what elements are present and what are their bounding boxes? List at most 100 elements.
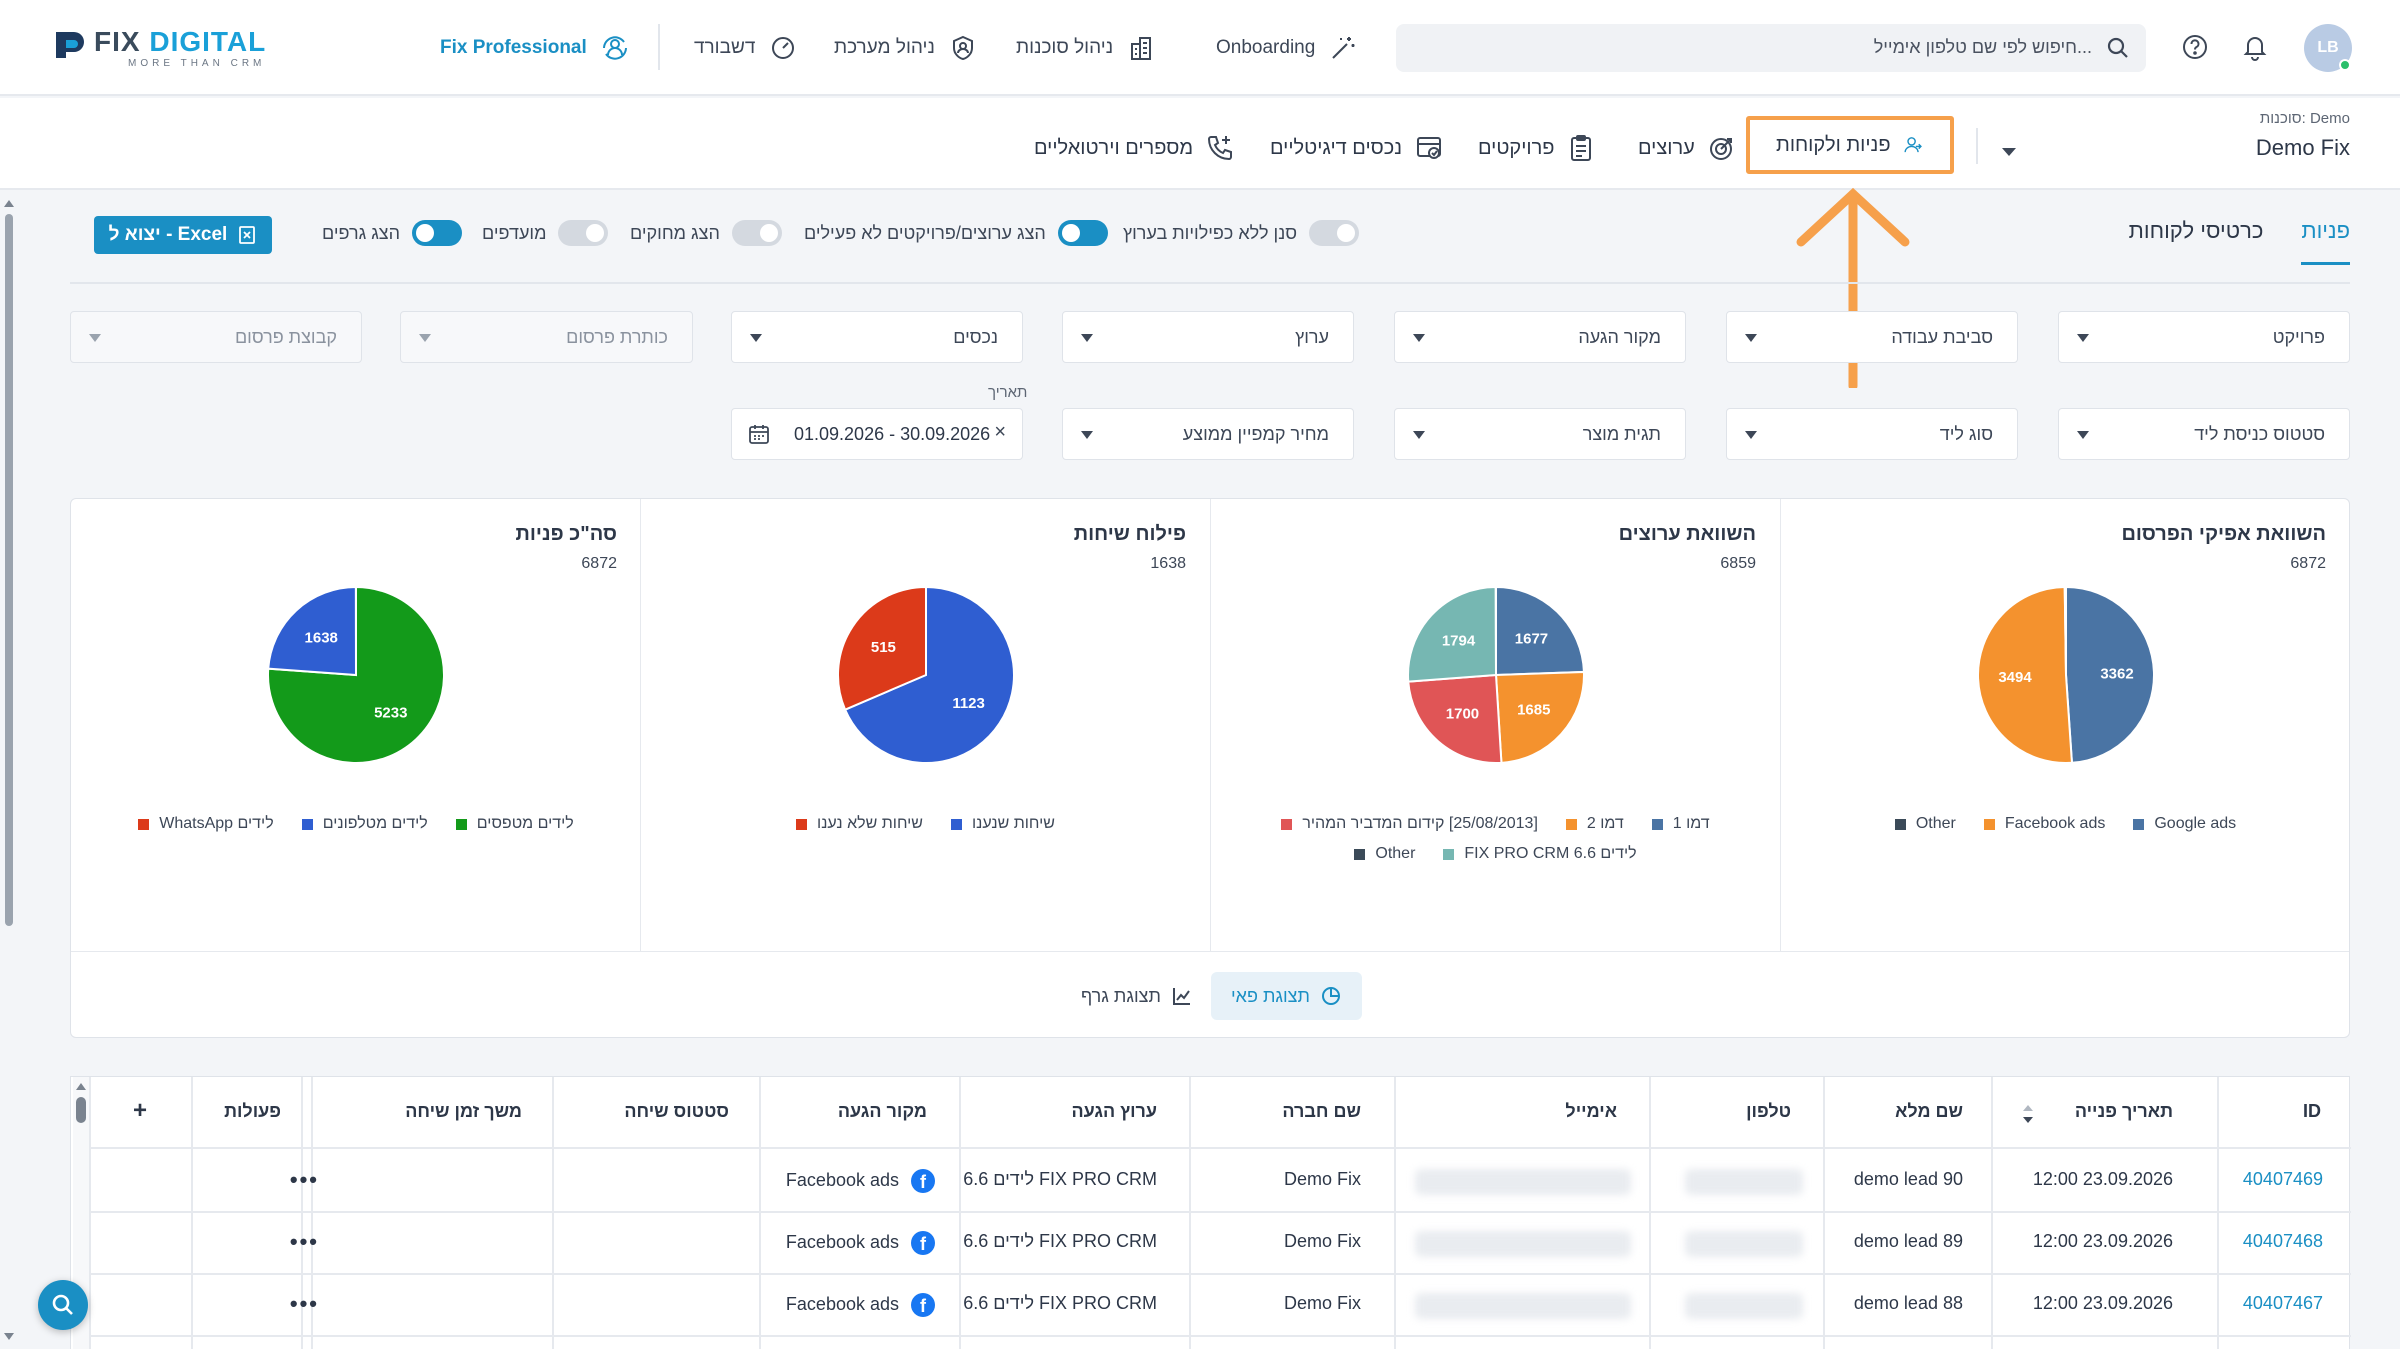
- pie-chart[interactable]: 5233 1638: [266, 585, 446, 765]
- row-actions-button[interactable]: •••: [290, 1229, 319, 1255]
- header-id[interactable]: ID: [2303, 1101, 2321, 1122]
- gauge-icon: [772, 37, 795, 59]
- module-projects[interactable]: פרויקטים: [1478, 128, 1596, 168]
- nav-onboarding[interactable]: Onboarding: [1216, 28, 1357, 68]
- toggle-favorites-switch[interactable]: [558, 220, 609, 246]
- page-scrollbar[interactable]: [4, 200, 14, 1340]
- date-range-input[interactable]: 01.09.2026 - 30.09.2026 ×: [731, 408, 1023, 460]
- module-digital-assets[interactable]: נכסים דיגיטליים: [1270, 128, 1444, 168]
- toggle-show-charts-switch[interactable]: [412, 220, 463, 246]
- agency-dropdown-caret[interactable]: [2002, 148, 2016, 156]
- filter-assets[interactable]: נכסים: [731, 311, 1023, 363]
- toggle-no-duplicates-switch[interactable]: [1309, 220, 1360, 246]
- export-excel-button[interactable]: יצוא ל - Excel: [94, 216, 272, 254]
- legend-item[interactable]: לידים WhatsApp: [138, 809, 274, 839]
- toggle-favorites[interactable]: מועדפים: [482, 220, 609, 246]
- table-scroll-up-icon[interactable]: [76, 1083, 86, 1090]
- filter-ad-title[interactable]: כותרת פרסום: [400, 311, 693, 363]
- table-scroll-thumb[interactable]: [76, 1097, 86, 1123]
- tab-leads[interactable]: פניות: [2301, 218, 2350, 265]
- pie-view-button[interactable]: תצוגת פאי: [1211, 972, 1362, 1020]
- header-call-duration[interactable]: משך זמן שיחה: [405, 1101, 522, 1122]
- pie-chart[interactable]: 1123 515: [836, 585, 1016, 765]
- header-channel[interactable]: ערוץ הגעה: [1071, 1101, 1157, 1122]
- filter-lead-status[interactable]: סטטוס כניסת ליד: [2058, 408, 2350, 460]
- legend-swatch: [796, 818, 808, 830]
- legend-item[interactable]: לידים מטלפונים: [301, 809, 428, 839]
- legend-label: Other: [1375, 845, 1416, 862]
- module-virtual-numbers-label: מספרים וירטואליים: [1034, 136, 1194, 159]
- toggle-show-inactive-switch[interactable]: [1057, 220, 1108, 246]
- user-avatar[interactable]: LB: [2304, 24, 2352, 72]
- help-icon[interactable]: [2180, 32, 2210, 62]
- chevron-down-icon: [1413, 431, 1425, 439]
- header-phone[interactable]: טלפון: [1746, 1101, 1791, 1122]
- legend-item[interactable]: שיחות שנענו: [950, 809, 1055, 839]
- module-leads-customers[interactable]: פניות ולקוחות: [1746, 116, 1954, 174]
- scroll-up-arrow-icon[interactable]: [4, 200, 14, 207]
- legend-item[interactable]: לידים מטפסים: [455, 809, 574, 839]
- legend-item[interactable]: דמו 1: [1651, 809, 1710, 839]
- pie-chart[interactable]: 1677 1685 1700 1794: [1406, 585, 1586, 765]
- nav-dashboard[interactable]: דשבורד: [694, 28, 797, 68]
- filter-product-tag[interactable]: תגית מוצר: [1394, 408, 1686, 460]
- scroll-thumb[interactable]: [5, 214, 13, 926]
- toggle-show-deleted-switch[interactable]: [731, 220, 782, 246]
- pie-chart[interactable]: 3362 3494: [1976, 585, 2156, 765]
- asset-card-icon: [1417, 137, 1442, 159]
- legend-item[interactable]: לידים FIX PRO CRM 6.6: [1443, 839, 1637, 869]
- legend-item[interactable]: שיחות שלא נענו: [796, 809, 923, 839]
- module-virtual-numbers[interactable]: מספרים וירטואליים: [1034, 128, 1235, 168]
- legend-item[interactable]: [25/08/2013] קידום המדביר המהיר: [1281, 809, 1538, 839]
- filter-ad-group[interactable]: קבוצת פרסום: [70, 311, 362, 363]
- nav-agency-admin[interactable]: ניהול סוכנות: [1016, 28, 1155, 68]
- bell-icon[interactable]: [2240, 32, 2270, 62]
- graph-view-button[interactable]: תצוגת גרף: [1061, 972, 1213, 1020]
- toggle-show-charts[interactable]: הצג גרפים: [322, 220, 463, 246]
- search-input[interactable]: חיפוש לפי שם טלפון אימייל...: [1396, 24, 2146, 72]
- filter-avg-campaign-price[interactable]: מחיר קמפיין ממוצע: [1062, 408, 1354, 460]
- scroll-down-arrow-icon[interactable]: [4, 1333, 14, 1340]
- filter-lead-type[interactable]: סוג ליד: [1726, 408, 2018, 460]
- filter-channel[interactable]: ערוץ: [1062, 311, 1354, 363]
- header-date[interactable]: תאריך פנייה: [2075, 1101, 2173, 1122]
- filter-source[interactable]: מקור הגעה: [1394, 311, 1686, 363]
- header-company[interactable]: שם חברה: [1282, 1101, 1361, 1122]
- header-call-status[interactable]: סטטוס שיחה: [624, 1101, 729, 1122]
- chart-title: פילוח שיחות: [1073, 523, 1186, 545]
- legend-item[interactable]: Google ads: [2133, 809, 2236, 839]
- lead-source-label: Facebook ads: [785, 1231, 899, 1252]
- lead-channel: 6.6 לידים FIX PRO CRM: [963, 1231, 1157, 1251]
- floating-search-button[interactable]: [38, 1280, 88, 1330]
- sort-icon[interactable]: [2021, 1103, 2035, 1125]
- lead-id-link[interactable]: 40407469: [2243, 1169, 2323, 1190]
- filter-source-label: מקור הגעה: [1578, 327, 1661, 347]
- nav-system-admin[interactable]: ניהול מערכת: [834, 28, 977, 68]
- header-full-name[interactable]: שם מלא: [1895, 1101, 1963, 1122]
- module-channels[interactable]: ערוצים: [1638, 128, 1737, 168]
- blurred-email: [1415, 1231, 1631, 1257]
- filter-project[interactable]: פרויקט: [2058, 311, 2350, 363]
- lead-name: demo lead 90: [1853, 1169, 1963, 1189]
- brand-logo[interactable]: FIX DIGITAL MORE THAN CRM: [52, 24, 272, 69]
- lead-id-link[interactable]: 40407467: [2243, 1293, 2323, 1314]
- lead-id-link[interactable]: 40407468: [2243, 1231, 2323, 1252]
- header-source[interactable]: מקור הגעה: [838, 1101, 927, 1122]
- legend-item[interactable]: Other: [1354, 839, 1415, 869]
- pie-slice[interactable]: [2063, 585, 2067, 676]
- clear-date-icon[interactable]: ×: [994, 421, 1006, 444]
- fix-professional-link[interactable]: Fix Professional: [440, 28, 629, 68]
- header-email[interactable]: אימייל: [1565, 1101, 1617, 1122]
- legend-item[interactable]: Other: [1894, 809, 1956, 839]
- add-column-button[interactable]: +: [133, 1097, 147, 1125]
- agency-selector[interactable]: סוכנות: Demo Demo Fix: [2256, 110, 2350, 161]
- row-actions-button[interactable]: •••: [290, 1291, 319, 1317]
- toggle-show-inactive[interactable]: הצג ערוצים/פרויקטים לא פעילים: [804, 220, 1108, 246]
- toggle-no-duplicates[interactable]: סנן ללא כפילויות בערוץ: [1123, 220, 1360, 246]
- filter-workspace[interactable]: סביבת עבודה: [1726, 311, 2018, 363]
- row-actions-button[interactable]: •••: [290, 1167, 319, 1193]
- legend-item[interactable]: דמו 2: [1565, 809, 1624, 839]
- toggle-show-deleted[interactable]: הצג מחוקים: [630, 220, 782, 246]
- legend-item[interactable]: Facebook ads: [1983, 809, 2105, 839]
- tab-customer-cards[interactable]: כרטיסי לקוחות: [2129, 218, 2264, 265]
